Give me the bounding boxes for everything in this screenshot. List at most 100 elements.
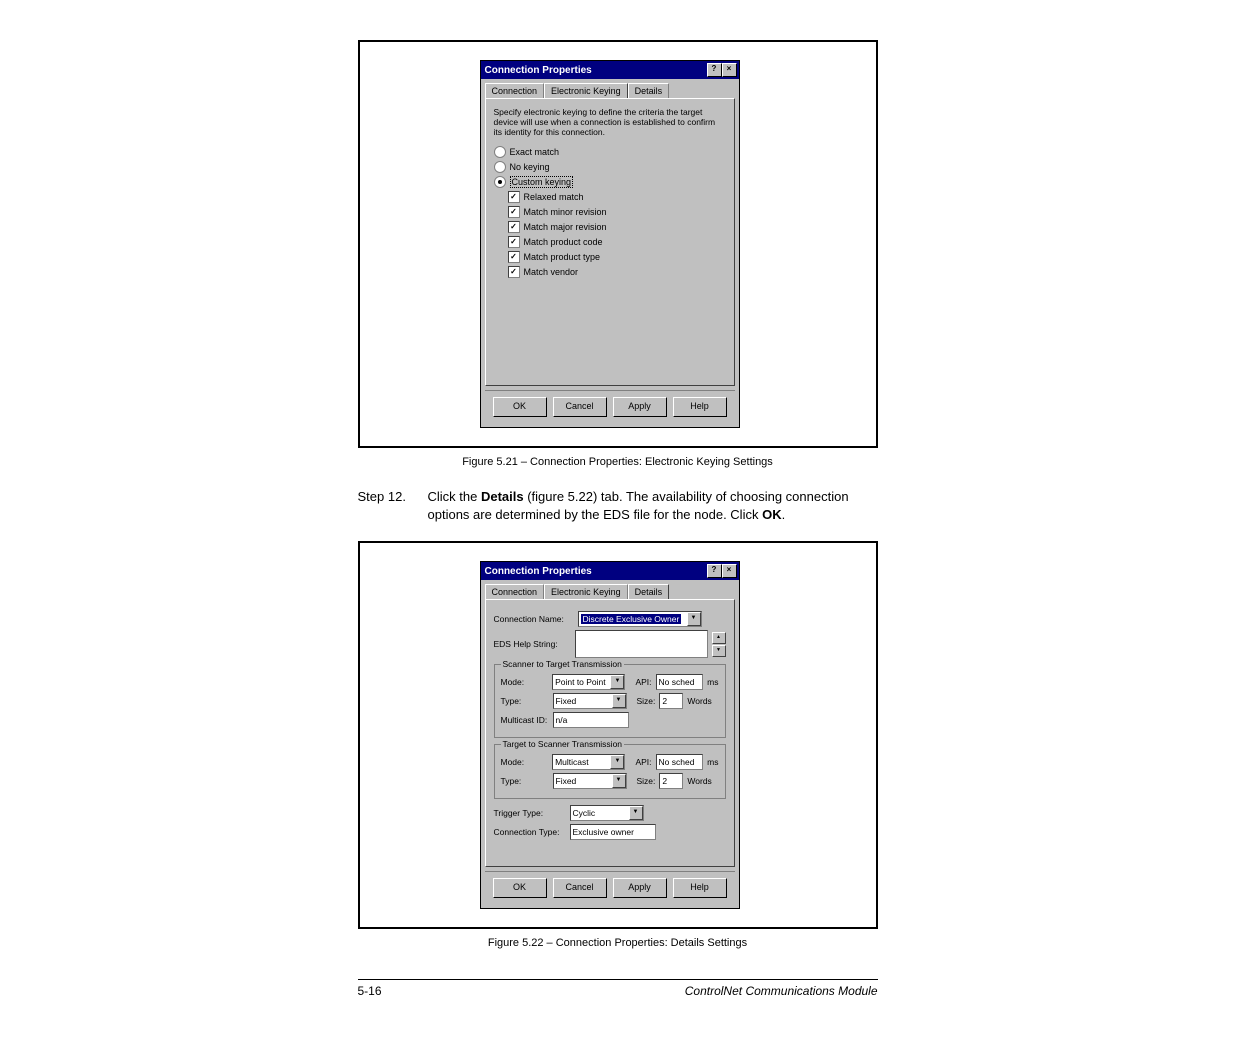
radio-no-keying[interactable]: No keying [494,161,726,173]
tab-connection[interactable]: Connection [485,83,545,98]
tab-details[interactable]: Details [628,584,670,599]
scroll-up-icon[interactable]: ▲ [712,632,726,644]
eds-help-row: EDS Help String: ▲ ▼ [494,630,726,658]
eds-help-text[interactable] [575,630,707,658]
mode-label: Mode: [501,757,549,767]
check-match-product-code[interactable]: ✓ Match product code [508,236,726,248]
tab-electronic-keying[interactable]: Electronic Keying [544,83,628,98]
check-match-vendor[interactable]: ✓ Match vendor [508,266,726,278]
step-label: Step 12. [358,488,418,523]
s2t-multicast-row: Multicast ID: n/a [501,712,719,728]
checkbox-icon: ✓ [508,251,520,263]
check-relaxed-match[interactable]: ✓ Relaxed match [508,191,726,203]
figure-5-21-caption: Figure 5.21 – Connection Properties: Ele… [358,456,878,468]
connection-name-label: Connection Name: [494,614,574,624]
check-match-product-type[interactable]: ✓ Match product type [508,251,726,263]
size-label: Size: [637,776,656,786]
type-label: Type: [501,696,549,706]
group-legend: Target to Scanner Transmission [501,739,625,749]
s2t-api-field[interactable]: No sched [656,674,704,690]
t2s-mode-combo[interactable]: Multicast▼ [552,754,625,770]
close-icon[interactable]: × [722,564,737,578]
api-label: API: [635,757,651,767]
mode-label: Mode: [501,677,549,687]
api-unit: ms [707,677,718,687]
apply-button[interactable]: Apply [613,878,667,898]
tab-panel-ekeying: Specify electronic keying to define the … [485,98,735,386]
radio-exact-match[interactable]: Exact match [494,146,726,158]
connection-type-label: Connection Type: [494,827,566,837]
trigger-type-row: Trigger Type: Cyclic▼ [494,805,726,821]
document-page: Connection Properties ? × Connection Ele… [358,40,878,998]
page-footer: 5-16 ControlNet Communications Module [358,979,878,998]
scroll-down-icon[interactable]: ▼ [712,645,726,657]
tab-electronic-keying[interactable]: Electronic Keying [544,584,628,599]
check-match-minor[interactable]: ✓ Match minor revision [508,206,726,218]
s2t-size-field[interactable]: 2 [659,693,683,709]
connection-name-value: Discrete Exclusive Owner [581,614,682,624]
check-label: Match vendor [524,267,579,277]
figure-5-21: Connection Properties ? × Connection Ele… [358,40,878,448]
footer-title: ControlNet Communications Module [685,984,878,998]
t2s-api-field[interactable]: No sched [656,754,704,770]
s2t-multicast-field[interactable]: n/a [553,712,629,728]
ok-button[interactable]: OK [493,878,547,898]
help-button[interactable]: Help [673,878,727,898]
radio-custom-keying[interactable]: Custom keying [494,176,726,188]
scanner-to-target-group: Scanner to Target Transmission Mode: Poi… [494,664,726,738]
s2t-type-combo[interactable]: Fixed▼ [553,693,627,709]
checkbox-icon: ✓ [508,191,520,203]
chevron-down-icon: ▼ [610,675,624,689]
check-match-major[interactable]: ✓ Match major revision [508,221,726,233]
checkbox-icon: ✓ [508,221,520,233]
apply-button[interactable]: Apply [613,397,667,417]
tab-details[interactable]: Details [628,83,670,98]
cancel-button[interactable]: Cancel [553,397,607,417]
t2s-type-row: Type: Fixed▼ Size: 2 Words [501,773,719,789]
help-button[interactable]: Help [673,397,727,417]
t2s-type-combo[interactable]: Fixed▼ [553,773,627,789]
dialog-details: Connection Properties ? × Connection Ele… [480,561,740,909]
titlebar-buttons: ? × [707,63,737,77]
dialog-electronic-keying: Connection Properties ? × Connection Ele… [480,60,740,428]
chevron-down-icon: ▼ [612,774,626,788]
s2t-mode-combo[interactable]: Point to Point▼ [552,674,625,690]
tab-connection[interactable]: Connection [485,584,545,599]
chevron-down-icon: ▼ [629,806,643,820]
radio-icon [494,161,506,173]
ok-button[interactable]: OK [493,397,547,417]
close-icon[interactable]: × [722,63,737,77]
check-label: Relaxed match [524,192,584,202]
step-body: Click the Details (figure 5.22) tab. The… [428,488,878,523]
size-label: Size: [637,696,656,706]
group-legend: Scanner to Target Transmission [501,659,624,669]
trigger-type-combo[interactable]: Cyclic▼ [570,805,644,821]
target-to-scanner-group: Target to Scanner Transmission Mode: Mul… [494,744,726,799]
dialog-title: Connection Properties [485,566,592,577]
connection-type-row: Connection Type: Exclusive owner [494,824,726,840]
checkbox-icon: ✓ [508,236,520,248]
t2s-size-field[interactable]: 2 [659,773,683,789]
multicast-label: Multicast ID: [501,715,549,725]
checkbox-icon: ✓ [508,266,520,278]
keying-instructions: Specify electronic keying to define the … [494,107,726,138]
help-icon[interactable]: ? [707,63,722,77]
radio-icon [494,146,506,158]
size-unit: Words [687,696,711,706]
radio-label: Exact match [510,147,560,157]
step-12: Step 12. Click the Details (figure 5.22)… [358,488,878,523]
s2t-type-row: Type: Fixed▼ Size: 2 Words [501,693,719,709]
chevron-down-icon: ▼ [610,755,624,769]
connection-type-field[interactable]: Exclusive owner [570,824,656,840]
titlebar-buttons: ? × [707,564,737,578]
radio-label: Custom keying [510,176,574,188]
help-icon[interactable]: ? [707,564,722,578]
connection-name-combo[interactable]: Discrete Exclusive Owner ▼ [578,611,702,627]
cancel-button[interactable]: Cancel [553,878,607,898]
dialog-titlebar: Connection Properties ? × [481,61,739,79]
check-label: Match product type [524,252,601,262]
dialog-title: Connection Properties [485,65,592,76]
chevron-down-icon: ▼ [612,694,626,708]
check-label: Match major revision [524,222,607,232]
api-unit: ms [707,757,718,767]
